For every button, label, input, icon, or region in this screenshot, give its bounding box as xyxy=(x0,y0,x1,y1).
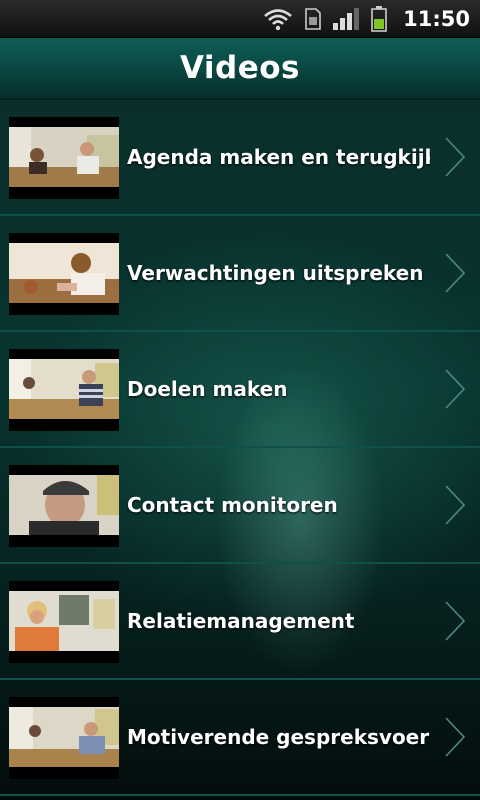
video-title: Relatiemanagement xyxy=(127,609,355,633)
thumbnail-image xyxy=(9,127,119,187)
video-title: Contact monitoren xyxy=(127,493,338,517)
sim-card-icon xyxy=(305,7,321,30)
chevron-right-icon xyxy=(445,601,466,641)
video-list: Agenda maken en terugkijken Verwachtinge… xyxy=(0,100,480,800)
video-item-motiverende[interactable]: Motiverende gespreksvoering xyxy=(0,680,480,796)
app-header: Videos xyxy=(0,38,480,100)
video-title: Agenda maken en terugkijken xyxy=(127,145,430,169)
video-thumbnail xyxy=(9,697,119,779)
video-thumbnail xyxy=(9,233,119,315)
thumbnail-image xyxy=(9,243,119,303)
chevron-right-icon xyxy=(445,253,466,293)
video-item-relatie[interactable]: Relatiemanagement xyxy=(0,564,480,680)
video-thumbnail xyxy=(9,117,119,199)
status-bar: 11:50 xyxy=(0,0,480,38)
video-thumbnail xyxy=(9,349,119,431)
battery-icon xyxy=(371,5,387,32)
page-title: Videos xyxy=(179,50,301,86)
signal-icon xyxy=(333,7,360,30)
chevron-right-icon xyxy=(445,485,466,525)
video-thumbnail xyxy=(9,581,119,663)
thumbnail-image xyxy=(9,359,119,419)
video-item-agenda[interactable]: Agenda maken en terugkijken xyxy=(0,100,480,216)
status-clock: 11:50 xyxy=(403,6,470,31)
video-title: Verwachtingen uitspreken xyxy=(127,261,424,285)
video-thumbnail xyxy=(9,465,119,547)
video-item-doelen[interactable]: Doelen maken xyxy=(0,332,480,448)
chevron-right-icon xyxy=(445,717,466,757)
thumbnail-image xyxy=(9,591,119,651)
thumbnail-image xyxy=(9,707,119,767)
wifi-icon xyxy=(263,7,293,31)
video-item-contact[interactable]: Contact monitoren xyxy=(0,448,480,564)
video-title: Doelen maken xyxy=(127,377,288,401)
video-item-verwachtingen[interactable]: Verwachtingen uitspreken xyxy=(0,216,480,332)
chevron-right-icon xyxy=(445,137,466,177)
video-title: Motiverende gespreksvoering xyxy=(127,725,430,749)
thumbnail-image xyxy=(9,475,119,535)
chevron-right-icon xyxy=(445,369,466,409)
